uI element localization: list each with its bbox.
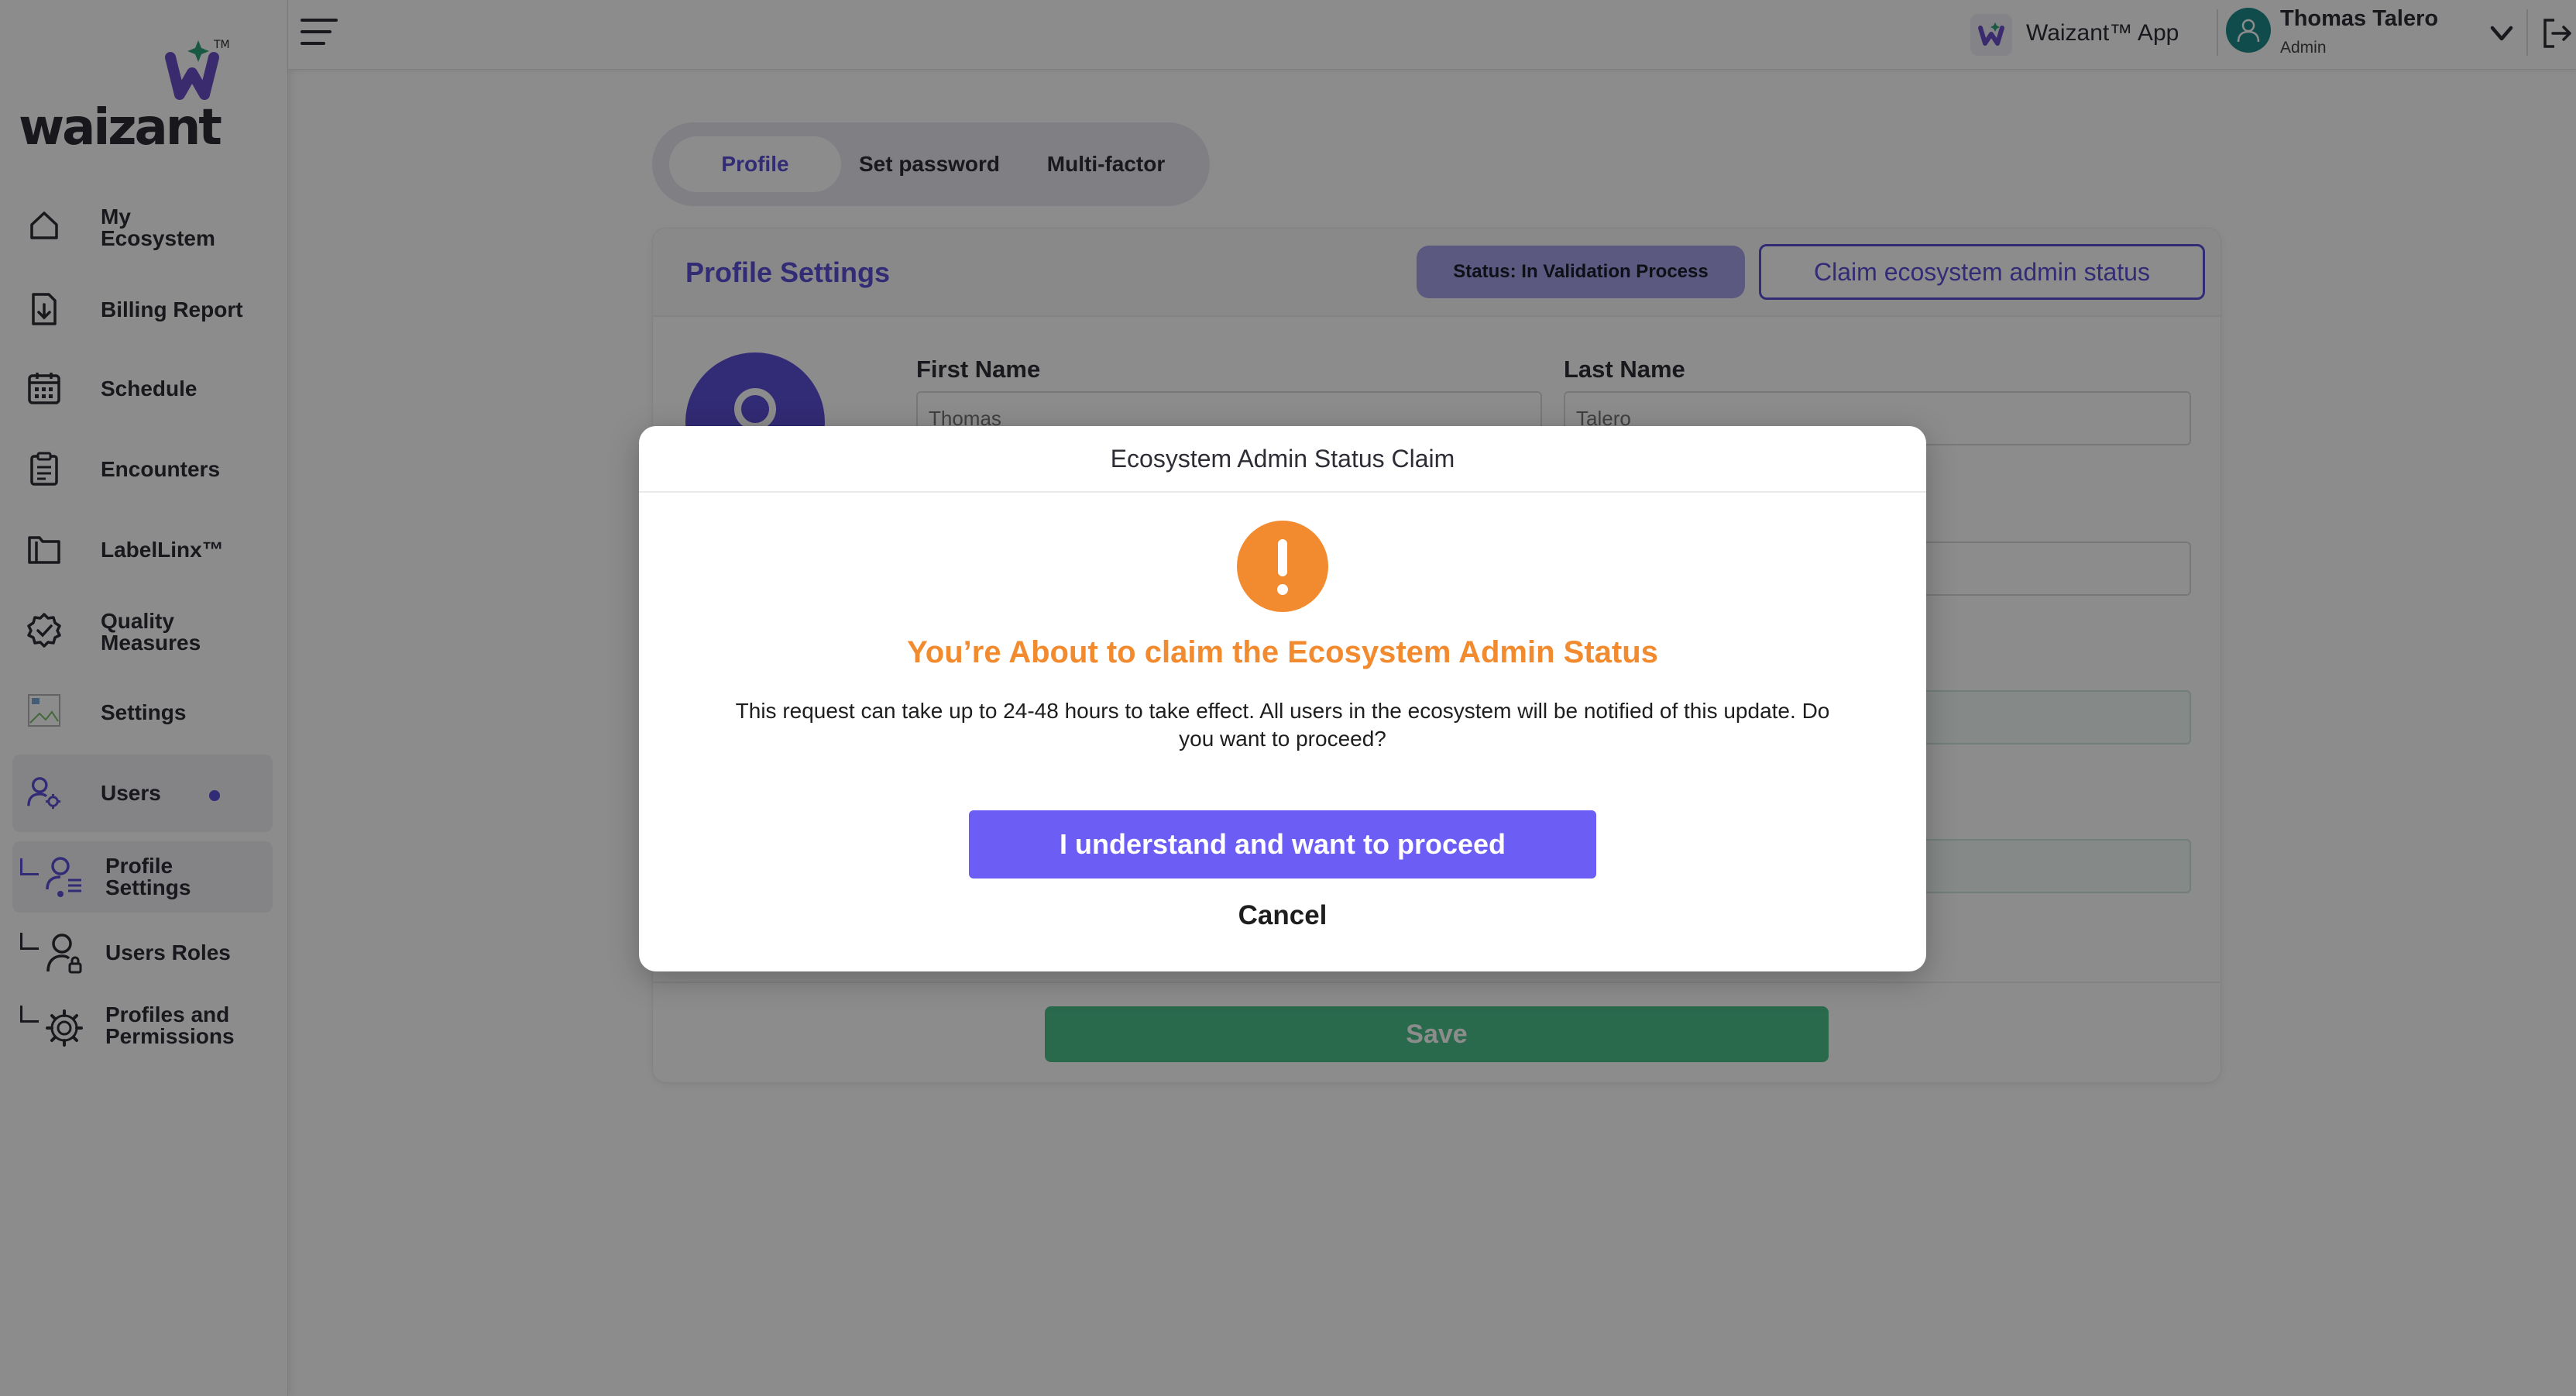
warning-icon [1237, 521, 1328, 612]
modal-title: Ecosystem Admin Status Claim [639, 426, 1926, 493]
modal-heading: You’re About to claim the Ecosystem Admi… [907, 635, 1658, 669]
modal-body-text: This request can take up to 24-48 hours … [735, 699, 1830, 751]
confirm-proceed-button[interactable]: I understand and want to proceed [969, 810, 1596, 879]
admin-claim-modal: Ecosystem Admin Status Claim You’re Abou… [639, 426, 1926, 971]
cancel-button[interactable]: Cancel [1166, 894, 1399, 937]
